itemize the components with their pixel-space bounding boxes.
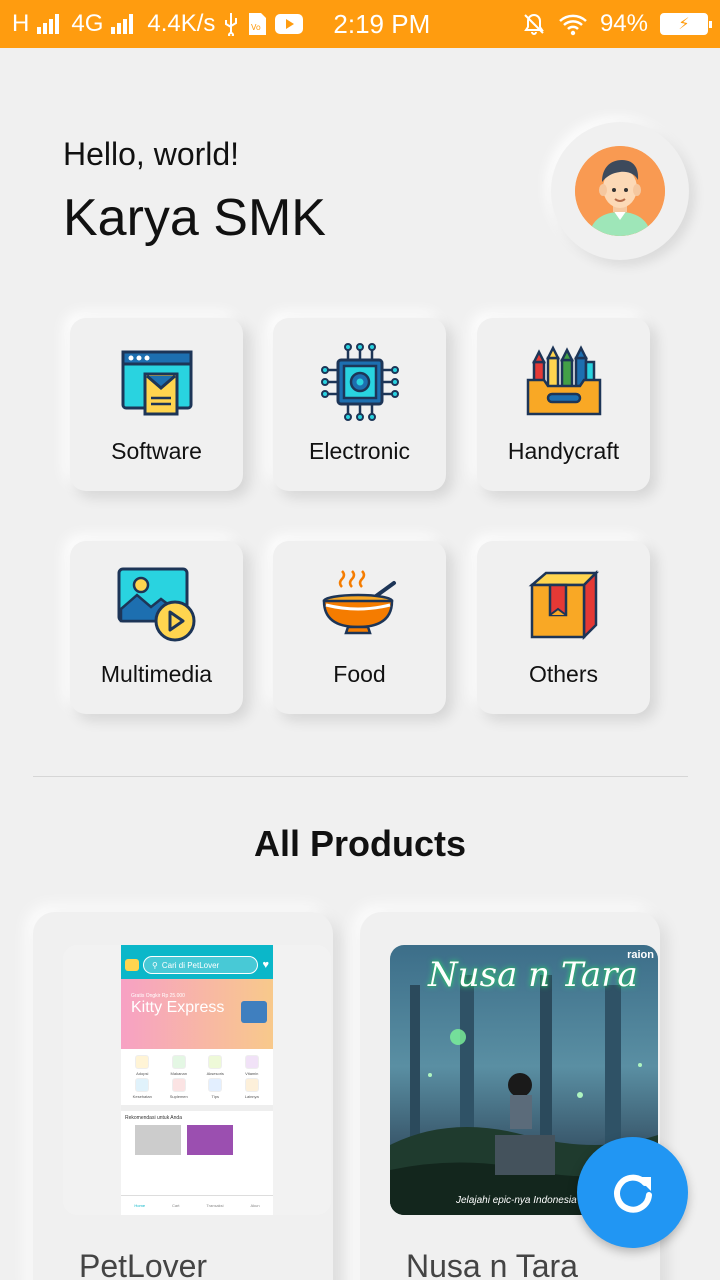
menu-grid: Adopsi Makanan Aksesoris Vitamin Kesehat… bbox=[121, 1049, 273, 1105]
refresh-icon bbox=[613, 1174, 652, 1213]
battery-percent: 94% bbox=[599, 10, 648, 37]
software-icon bbox=[121, 350, 192, 416]
category-software[interactable]: Software bbox=[70, 318, 243, 491]
product-thumbnail: ⚲ Cari di PetLover ♥ Gratis Ongkir Rp 25.… bbox=[63, 945, 331, 1215]
category-label: Software bbox=[111, 438, 202, 464]
petlover-logo bbox=[125, 959, 139, 971]
section-title: All Products bbox=[253, 823, 467, 864]
promo-banner: Gratis Ongkir Rp 25.000 Kitty Express bbox=[121, 979, 273, 1049]
bottom-nav: Home Cart Transaksi Akun bbox=[121, 1195, 273, 1215]
clock: 2:19 PM bbox=[333, 8, 431, 39]
heart-icon: ♥ bbox=[262, 959, 269, 971]
battery-charging-icon: ⚡ bbox=[660, 13, 712, 35]
wifi-icon bbox=[559, 14, 587, 36]
network-type-4g: 4G bbox=[71, 10, 104, 37]
vpn-icon: Vo bbox=[249, 13, 267, 35]
menu-item: Kesehatan bbox=[125, 1078, 160, 1099]
svg-text:Vo: Vo bbox=[251, 23, 261, 32]
category-electronic[interactable]: Electronic bbox=[273, 318, 446, 491]
menu-item: Tips bbox=[198, 1078, 233, 1099]
mute-icon bbox=[524, 13, 544, 35]
signal-icon bbox=[111, 14, 134, 34]
greeting-text: Hello, world! bbox=[63, 136, 240, 172]
category-food[interactable]: Food bbox=[273, 541, 446, 714]
menu-item: Adopsi bbox=[125, 1055, 160, 1076]
publisher-logo: raion bbox=[627, 949, 654, 961]
product-name: Nusa n Tara bbox=[406, 1248, 578, 1280]
category-multimedia[interactable]: Multimedia bbox=[70, 541, 243, 714]
box-icon bbox=[528, 569, 599, 641]
soup-bowl-icon bbox=[322, 570, 396, 635]
menu-item: Makanan bbox=[162, 1055, 197, 1076]
product-name: PetLover bbox=[79, 1248, 208, 1280]
category-others[interactable]: Others bbox=[477, 541, 650, 714]
menu-item: Lainnya bbox=[235, 1078, 270, 1099]
status-bar: H 4G 4.4K/s Vo 2:19 PM 94% ⚡ bbox=[0, 0, 720, 48]
user-avatar-icon bbox=[575, 146, 665, 236]
game-title: Nusa n Tara bbox=[428, 955, 638, 995]
multimedia-icon bbox=[117, 567, 195, 642]
menu-item: Suplemen bbox=[162, 1078, 197, 1099]
avatar bbox=[575, 146, 665, 236]
category-label: Food bbox=[333, 661, 386, 687]
menu-item: Aksesoris bbox=[198, 1055, 233, 1076]
usb-icon bbox=[225, 13, 238, 36]
search-input: ⚲ Cari di PetLover bbox=[143, 956, 259, 974]
avatar-button[interactable] bbox=[551, 122, 689, 260]
network-type-h: H bbox=[12, 10, 30, 37]
app-screenshot: ⚲ Cari di PetLover ♥ Gratis Ongkir Rp 25.… bbox=[121, 945, 273, 1215]
signal-icon bbox=[37, 14, 60, 34]
menu-item: Vitamin bbox=[235, 1055, 270, 1076]
divider bbox=[33, 776, 688, 777]
search-icon: ⚲ bbox=[152, 960, 158, 970]
crayon-box-icon bbox=[526, 345, 601, 416]
category-label: Handycraft bbox=[507, 438, 620, 464]
app-title: Karya SMK bbox=[63, 189, 326, 247]
category-label: Electronic bbox=[309, 438, 410, 464]
game-tagline: Jelajahi epic-nya Indonesia bbox=[456, 1195, 577, 1206]
category-handycraft[interactable]: Handycraft bbox=[477, 318, 650, 491]
category-label: Others bbox=[528, 661, 599, 687]
product-card[interactable]: ⚲ Cari di PetLover ♥ Gratis Ongkir Rp 25.… bbox=[33, 912, 333, 1280]
category-label: Multimedia bbox=[100, 661, 213, 687]
refresh-button[interactable] bbox=[577, 1137, 688, 1248]
recommend-heading: Rekomendasi untuk Anda bbox=[125, 1115, 182, 1121]
chip-icon bbox=[320, 343, 399, 421]
youtube-icon bbox=[275, 14, 304, 34]
network-speed: 4.4K/s bbox=[147, 10, 216, 37]
